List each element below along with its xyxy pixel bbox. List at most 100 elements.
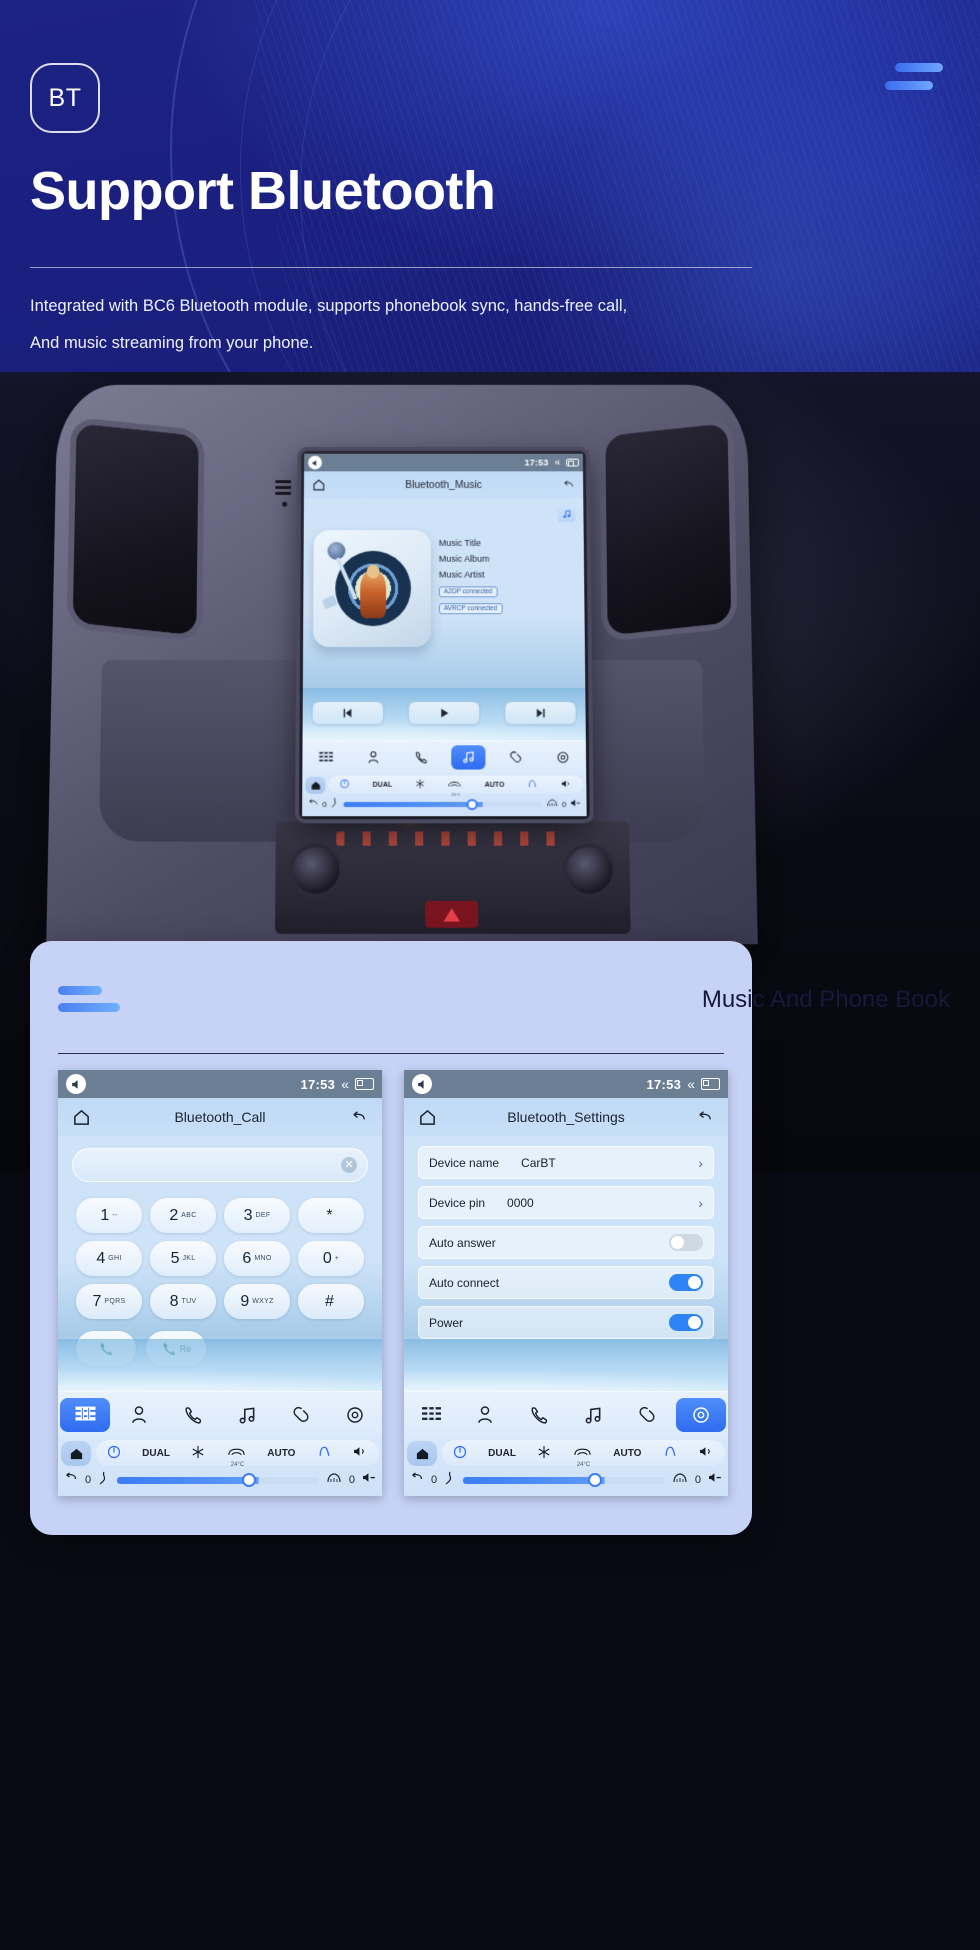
phone-icon[interactable] xyxy=(514,1398,564,1432)
key-digit: 7 xyxy=(92,1292,102,1310)
settings-icon[interactable] xyxy=(676,1397,726,1432)
phone-icon[interactable] xyxy=(168,1398,218,1432)
auto-label[interactable]: AUTO xyxy=(484,781,504,788)
back-arrow-icon[interactable] xyxy=(307,795,318,813)
chevron-up-icon[interactable]: « xyxy=(341,1076,349,1092)
contacts-icon[interactable] xyxy=(460,1398,510,1432)
volume-down-icon[interactable] xyxy=(708,1471,723,1489)
window-icon[interactable] xyxy=(701,1078,720,1090)
home-icon[interactable] xyxy=(305,776,326,794)
fan-speed-slider[interactable] xyxy=(463,1472,665,1487)
link-icon[interactable] xyxy=(622,1398,672,1432)
window-icon[interactable] xyxy=(355,1078,374,1090)
chevron-up-icon[interactable]: « xyxy=(687,1076,695,1092)
defrost-icon[interactable] xyxy=(448,779,462,790)
snowflake-icon[interactable] xyxy=(537,1445,551,1462)
fan-icon[interactable] xyxy=(331,795,340,813)
power-icon[interactable] xyxy=(340,779,350,791)
apps-icon[interactable] xyxy=(60,1397,110,1432)
auto-connect-toggle[interactable] xyxy=(669,1274,703,1291)
back-arrow-icon[interactable] xyxy=(409,1471,424,1489)
next-icon[interactable] xyxy=(505,702,576,725)
left-temp-value: 0 xyxy=(322,799,327,809)
contacts-icon[interactable] xyxy=(356,745,390,769)
volume-icon[interactable] xyxy=(308,455,322,470)
fan-icon[interactable] xyxy=(444,1471,456,1490)
defrost-icon[interactable] xyxy=(227,1446,246,1461)
dial-input[interactable]: ✕ xyxy=(72,1148,368,1182)
fan-icon[interactable] xyxy=(98,1471,110,1490)
keypad-key[interactable]: 2 ABC xyxy=(150,1198,216,1233)
power-toggle[interactable] xyxy=(669,1314,703,1331)
apps-icon[interactable] xyxy=(406,1398,456,1432)
keypad-key[interactable]: 4 GHI xyxy=(76,1241,142,1276)
snowflake-icon[interactable] xyxy=(415,779,425,791)
volume-icon[interactable] xyxy=(412,1074,432,1094)
keypad-key[interactable]: 6 MNO xyxy=(224,1241,290,1276)
clear-icon[interactable]: ✕ xyxy=(341,1157,357,1173)
apps-icon[interactable] xyxy=(309,745,343,769)
fan-speed-slider[interactable] xyxy=(117,1472,319,1487)
keypad-key[interactable]: 3 DEF xyxy=(224,1198,290,1233)
home-icon[interactable] xyxy=(407,1440,437,1466)
play-icon[interactable] xyxy=(409,702,480,725)
contacts-icon[interactable] xyxy=(114,1398,164,1432)
volume-icon[interactable] xyxy=(66,1074,86,1094)
home-icon[interactable] xyxy=(61,1440,91,1466)
auto-label[interactable]: AUTO xyxy=(613,1448,641,1459)
seat-icon[interactable] xyxy=(317,1445,332,1461)
setting-row-device-name[interactable]: Device name CarBT › xyxy=(418,1146,714,1179)
dual-label[interactable]: DUAL xyxy=(142,1448,170,1459)
back-arrow-icon[interactable] xyxy=(63,1471,78,1489)
defrost-icon[interactable] xyxy=(573,1446,592,1461)
chevron-up-icon[interactable]: « xyxy=(555,457,561,468)
setting-row-power[interactable]: Power xyxy=(418,1306,714,1339)
power-icon[interactable] xyxy=(453,1445,467,1462)
setting-row-auto-answer[interactable]: Auto answer xyxy=(418,1226,714,1259)
link-icon[interactable] xyxy=(276,1398,326,1432)
setting-row-device-pin[interactable]: Device pin 0000 › xyxy=(418,1186,714,1219)
window-icon[interactable] xyxy=(566,458,579,467)
keypad-key[interactable]: 5 JKL xyxy=(150,1241,216,1276)
settings-icon[interactable] xyxy=(545,745,579,769)
keypad-key[interactable]: 0 + xyxy=(298,1241,364,1276)
music-icon[interactable] xyxy=(568,1398,618,1432)
music-icon[interactable] xyxy=(222,1398,272,1432)
seat-icon[interactable] xyxy=(663,1445,678,1461)
keypad-key[interactable]: * xyxy=(298,1198,364,1233)
volume-up-icon[interactable] xyxy=(353,1445,368,1461)
keypad-key[interactable]: 9 WXYZ xyxy=(224,1284,290,1319)
auto-answer-toggle[interactable] xyxy=(669,1234,703,1251)
keypad-key[interactable]: 8 TUV xyxy=(150,1284,216,1319)
music-icon[interactable] xyxy=(450,744,486,770)
windshield-icon[interactable] xyxy=(326,1471,342,1489)
fan-speed-slider[interactable] xyxy=(343,798,542,810)
volume-down-icon[interactable] xyxy=(570,795,581,813)
seat-icon[interactable] xyxy=(527,779,538,791)
volume-up-icon[interactable] xyxy=(699,1445,714,1461)
phone-icon[interactable] xyxy=(404,745,438,769)
snowflake-icon[interactable] xyxy=(191,1445,205,1462)
volume-down-icon[interactable] xyxy=(362,1471,377,1489)
link-icon[interactable] xyxy=(498,745,532,769)
keypad-key[interactable]: 1 -- xyxy=(76,1198,142,1233)
settings-icon[interactable] xyxy=(330,1398,380,1432)
power-icon[interactable] xyxy=(107,1445,121,1462)
slider-handle[interactable] xyxy=(588,1472,603,1487)
playback-controls xyxy=(312,702,576,725)
music-note-icon[interactable] xyxy=(557,504,576,523)
windshield-icon[interactable] xyxy=(546,795,558,813)
keypad-key[interactable]: # xyxy=(298,1284,364,1319)
setting-row-auto-connect[interactable]: Auto connect xyxy=(418,1266,714,1299)
dual-label[interactable]: DUAL xyxy=(488,1448,516,1459)
chevron-right-icon: › xyxy=(698,1154,703,1171)
auto-label[interactable]: AUTO xyxy=(267,1448,295,1459)
slider-handle[interactable] xyxy=(242,1472,257,1487)
dual-label[interactable]: DUAL xyxy=(373,781,393,788)
slider-handle[interactable] xyxy=(466,798,478,810)
previous-icon[interactable] xyxy=(312,702,383,725)
windshield-icon[interactable] xyxy=(672,1471,688,1489)
volume-up-icon[interactable] xyxy=(561,779,572,791)
keypad-key[interactable]: 7 PQRS xyxy=(76,1284,142,1319)
track-artist: Music Artist xyxy=(438,569,485,580)
